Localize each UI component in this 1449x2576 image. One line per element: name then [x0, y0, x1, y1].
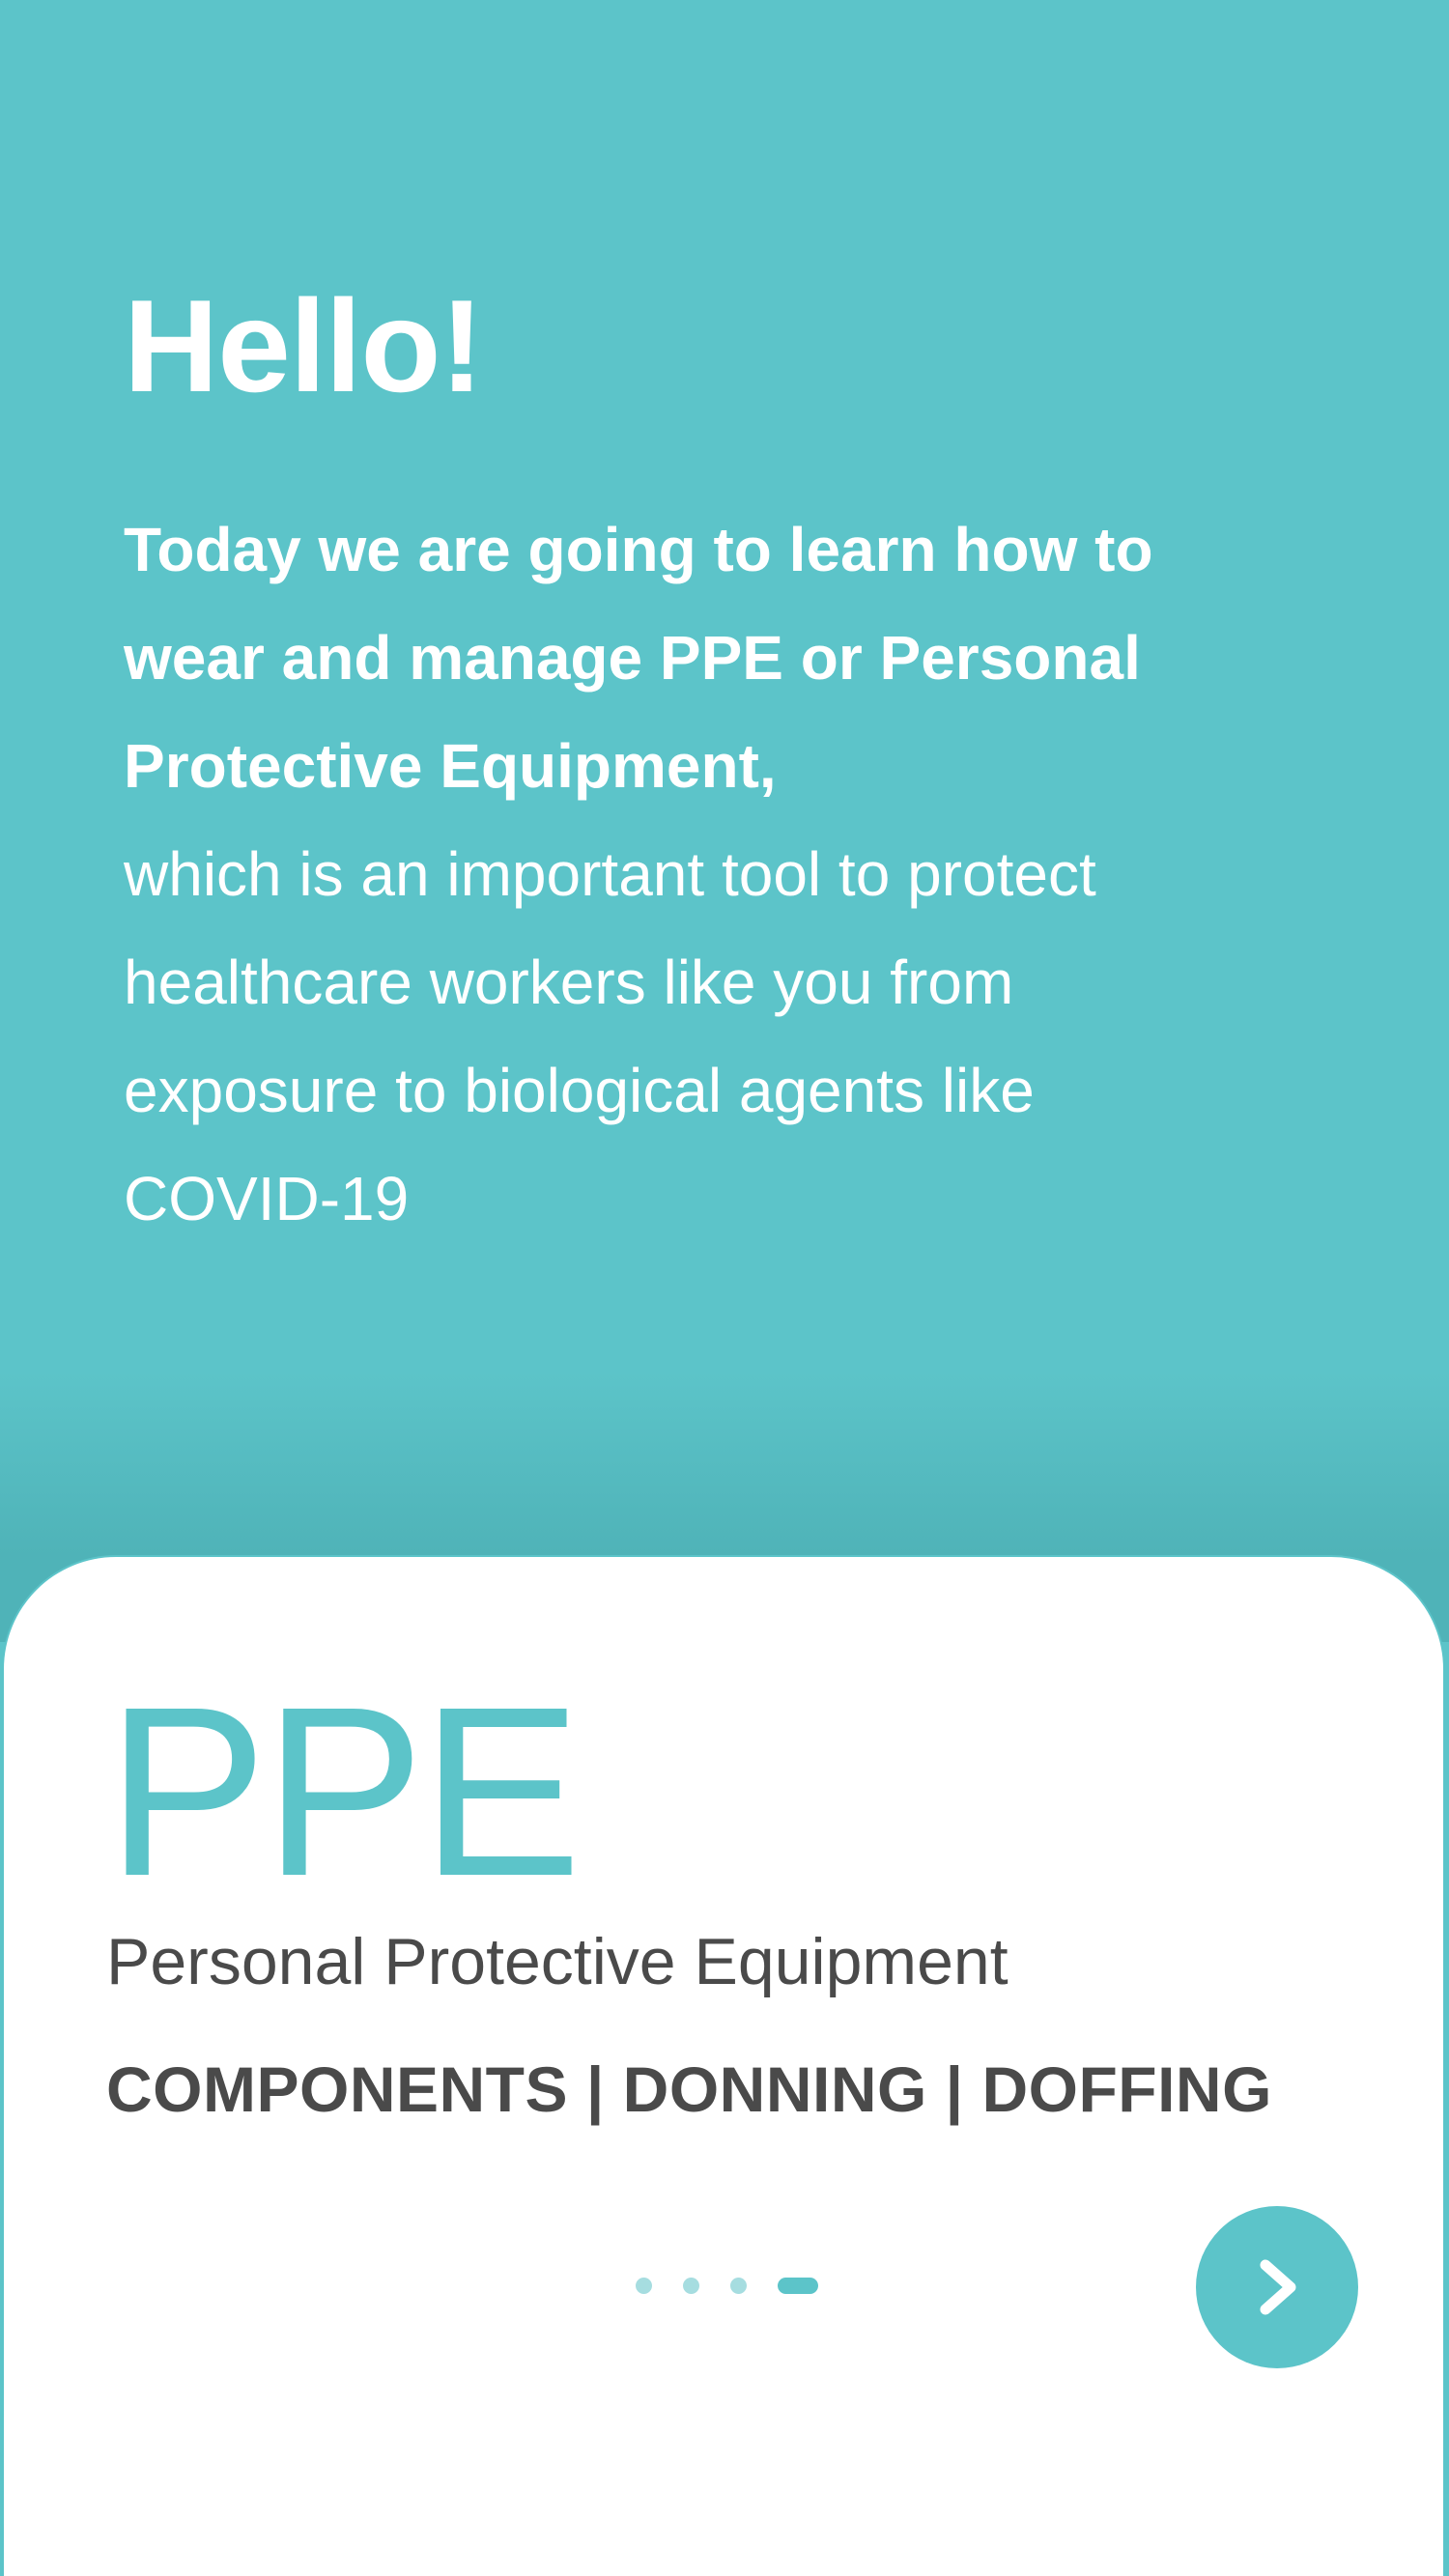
page-dot-4-active[interactable] [778, 2277, 818, 2294]
greeting-heading: Hello! [124, 272, 484, 419]
card-topics: COMPONENTS | DONNING | DOFFING [106, 2053, 1272, 2125]
intro-bold-text: Today we are going to learn how to wear … [124, 515, 1153, 801]
hero-banner: Hello! Today we are going to learn how t… [0, 0, 1449, 1642]
card-subtitle: Personal Protective Equipment [106, 1925, 1009, 1998]
page-indicator [636, 2277, 818, 2294]
card-title: PPE [106, 1656, 582, 1926]
page-dot-3[interactable] [730, 2277, 747, 2294]
next-button[interactable] [1196, 2206, 1358, 2368]
chevron-right-icon [1260, 2259, 1296, 2315]
page-dot-2[interactable] [683, 2277, 699, 2294]
intro-text: Today we are going to learn how to wear … [124, 495, 1244, 1253]
page-dot-1[interactable] [636, 2277, 652, 2294]
onboarding-card: PPE Personal Protective Equipment COMPON… [2, 1555, 1445, 2576]
intro-body-text: which is an important tool to protect he… [124, 839, 1096, 1233]
